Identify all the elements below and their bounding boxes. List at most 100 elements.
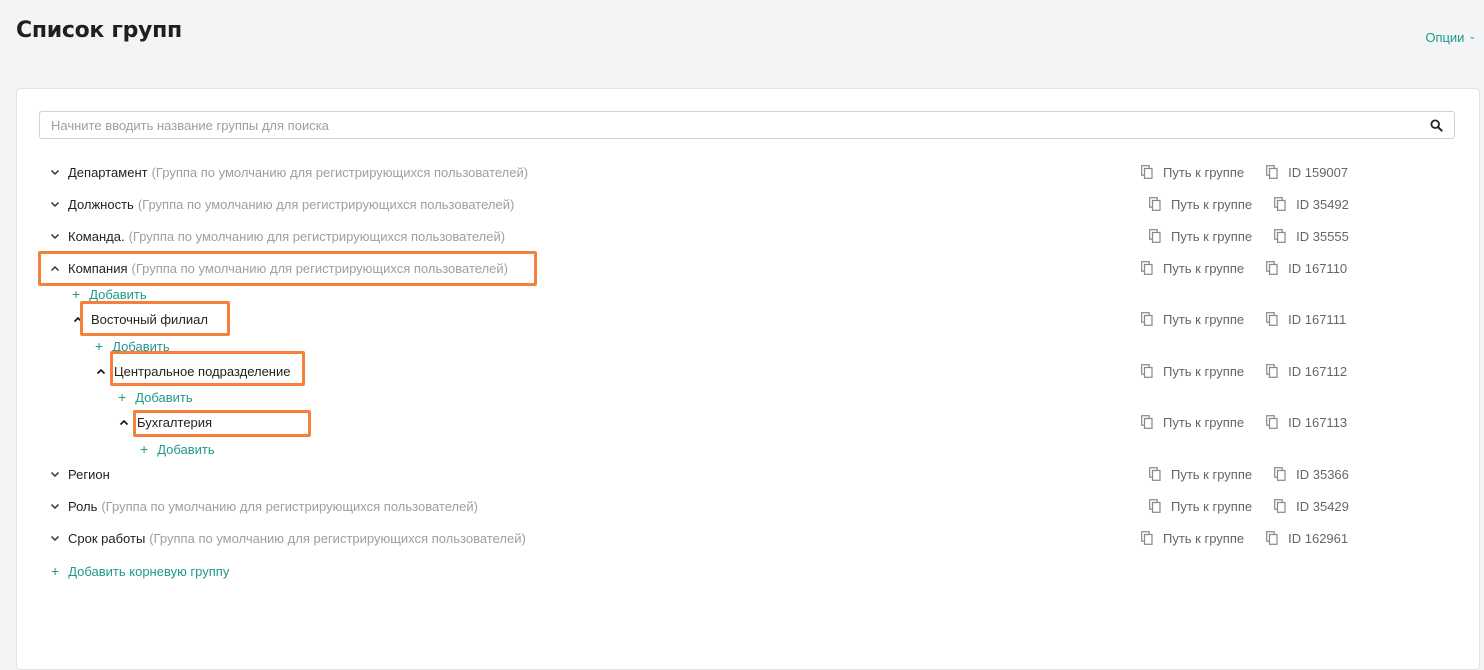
group-name[interactable]: Регион [68, 467, 110, 482]
copy-path-button[interactable]: Путь к группе [1141, 531, 1244, 546]
copy-icon [1274, 467, 1286, 481]
row-actions: Путь к группе ID 167112 [1141, 360, 1347, 382]
group-name[interactable]: Центральное подразделение [114, 364, 290, 379]
chevron-up-icon[interactable] [48, 261, 62, 275]
copy-path-button[interactable]: Путь к группе [1149, 499, 1252, 514]
copy-path-button[interactable]: Путь к группе [1141, 312, 1244, 327]
groups-card: Департамент (Группа по умолчанию для рег… [16, 88, 1480, 670]
copy-icon [1274, 229, 1286, 243]
copy-icon [1266, 312, 1278, 326]
copy-path-button[interactable]: Путь к группе [1141, 415, 1244, 430]
group-id: ID 159007 [1288, 164, 1349, 180]
add-child-button[interactable]: + Добавить [72, 285, 147, 303]
copy-path-button[interactable]: Путь к группе [1141, 364, 1244, 379]
copy-path-label: Путь к группе [1171, 466, 1253, 482]
tree-row-team: Команда. (Группа по умолчанию для регист… [48, 225, 505, 247]
copy-icon [1149, 229, 1161, 243]
group-name[interactable]: Срок работы [68, 531, 145, 546]
copy-id-button[interactable]: ID 162961 [1266, 531, 1348, 546]
copy-path-button[interactable]: Путь к группе [1149, 197, 1252, 212]
tree-row-accounting: Бухгалтерия [117, 411, 212, 433]
copy-icon [1266, 165, 1278, 179]
group-name[interactable]: Роль [68, 499, 97, 514]
plus-icon: + [118, 389, 127, 405]
group-name[interactable]: Команда. [68, 229, 125, 244]
chevron-down-icon[interactable] [48, 229, 62, 243]
add-child-button[interactable]: + Добавить [95, 337, 170, 355]
copy-path-button[interactable]: Путь к группе [1141, 165, 1244, 180]
copy-id-button[interactable]: ID 35366 [1274, 467, 1349, 482]
copy-id-button[interactable]: ID 35492 [1274, 197, 1349, 212]
group-id: ID 35492 [1296, 196, 1349, 212]
chevron-down-icon[interactable] [48, 197, 62, 211]
add-child-button[interactable]: + Добавить [118, 388, 193, 406]
add-label: Добавить [89, 286, 147, 302]
copy-path-label: Путь к группе [1163, 414, 1245, 430]
group-name[interactable]: Компания [68, 261, 128, 276]
copy-id-button[interactable]: ID 167110 [1266, 261, 1347, 276]
chevron-down-icon: ⌄ [1468, 31, 1476, 41]
group-name[interactable]: Департамент [68, 165, 148, 180]
copy-icon [1266, 531, 1278, 545]
add-child-button[interactable]: + Добавить [140, 440, 215, 458]
copy-icon [1141, 312, 1153, 326]
copy-path-label: Путь к группе [1171, 498, 1253, 514]
row-actions: Путь к группе ID 167110 [1141, 257, 1347, 279]
group-name[interactable]: Восточный филиал [91, 312, 208, 327]
row-actions: Путь к группе ID 167113 [1141, 411, 1347, 433]
copy-id-button[interactable]: ID 167112 [1266, 364, 1347, 379]
chevron-down-icon[interactable] [48, 531, 62, 545]
copy-icon [1274, 197, 1286, 211]
add-label: Добавить [157, 441, 215, 457]
copy-path-label: Путь к группе [1163, 311, 1245, 327]
chevron-up-icon[interactable] [117, 415, 131, 429]
group-id: ID 35555 [1296, 228, 1349, 244]
group-id: ID 167112 [1288, 363, 1348, 379]
tree-row-region: Регион [48, 463, 110, 485]
copy-icon [1149, 197, 1161, 211]
copy-id-button[interactable]: ID 167111 [1266, 312, 1346, 327]
search-icon[interactable] [1422, 112, 1450, 138]
group-id: ID 35366 [1296, 466, 1349, 482]
copy-icon [1266, 364, 1278, 378]
copy-id-button[interactable]: ID 167113 [1266, 415, 1347, 430]
chevron-down-icon[interactable] [48, 499, 62, 513]
options-menu-button[interactable]: Опции ⌄ [1425, 30, 1476, 45]
chevron-up-icon[interactable] [71, 312, 85, 326]
chevron-down-icon[interactable] [48, 467, 62, 481]
copy-icon [1141, 364, 1153, 378]
group-id: ID 167111 [1288, 311, 1347, 327]
copy-path-label: Путь к группе [1171, 196, 1253, 212]
copy-path-button[interactable]: Путь к группе [1141, 261, 1244, 276]
chevron-down-icon[interactable] [48, 165, 62, 179]
group-hint: (Группа по умолчанию для регистрирующихс… [137, 196, 515, 212]
add-root-group-button[interactable]: + Добавить корневую группу [51, 562, 229, 580]
tree-row-role: Роль (Группа по умолчанию для регистриру… [48, 495, 478, 517]
copy-icon [1141, 261, 1153, 275]
plus-icon: + [51, 563, 60, 579]
tree-row-east-branch: Восточный филиал [71, 308, 208, 330]
copy-path-button[interactable]: Путь к группе [1149, 229, 1252, 244]
copy-id-button[interactable]: ID 35555 [1274, 229, 1349, 244]
copy-icon [1149, 499, 1161, 513]
group-id: ID 35429 [1296, 498, 1349, 514]
copy-path-button[interactable]: Путь к группе [1149, 467, 1252, 482]
copy-icon [1141, 165, 1153, 179]
copy-path-label: Путь к группе [1171, 228, 1253, 244]
search-input[interactable] [40, 116, 1422, 134]
plus-icon: + [140, 441, 149, 457]
tree-row-central-division: Центральное подразделение [94, 360, 290, 382]
tree-row-position: Должность (Группа по умолчанию для регис… [48, 193, 514, 215]
tree-row-company: Компания (Группа по умолчанию для регист… [48, 257, 508, 279]
group-name[interactable]: Должность [68, 197, 134, 212]
search-box [39, 111, 1455, 139]
group-name[interactable]: Бухгалтерия [137, 415, 212, 430]
plus-icon: + [72, 286, 81, 302]
copy-id-button[interactable]: ID 35429 [1274, 499, 1349, 514]
copy-id-button[interactable]: ID 159007 [1266, 165, 1348, 180]
copy-icon [1266, 261, 1278, 275]
add-label: Добавить [112, 338, 170, 354]
chevron-up-icon[interactable] [94, 364, 108, 378]
copy-icon [1274, 499, 1286, 513]
tree-row-department: Департамент (Группа по умолчанию для рег… [48, 161, 528, 183]
